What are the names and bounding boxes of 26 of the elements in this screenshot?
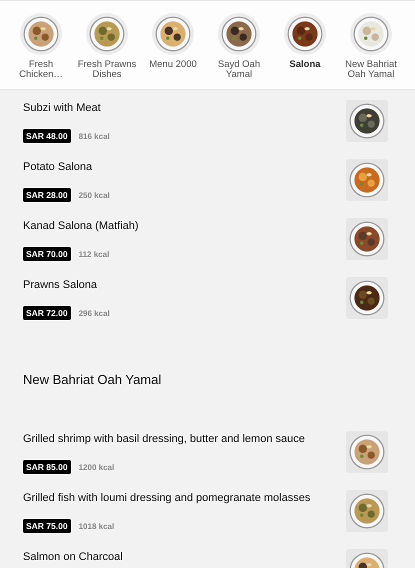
- price-tag: SAR 70.00: [23, 247, 71, 261]
- price-tag: SAR 75.00: [23, 519, 71, 533]
- calories: 816 kcal: [78, 132, 110, 140]
- category-tab[interactable]: New Bahriat Oah Yamal: [338, 13, 404, 89]
- calories: 112 kcal: [78, 250, 110, 258]
- category-tab[interactable]: Fresh Chicken…: [8, 13, 74, 89]
- dish-name: Grilled shrimp with basil dressing, butter and lemon sauce: [23, 433, 305, 445]
- category-tab[interactable]: Menu 2000: [140, 13, 206, 89]
- dish-name: Grilled fish with loumi dressing and pomegranate molasses: [23, 492, 310, 504]
- price-tag: SAR 48.00: [23, 129, 71, 143]
- category-tab[interactable]: Fresh Prawns Dishes: [74, 13, 140, 89]
- price-tag: SAR 28.00: [23, 188, 71, 202]
- section-heading: New Bahriat Oah Yamal: [23, 372, 162, 387]
- dish-name: Kanad Salona (Matfiah): [23, 220, 139, 232]
- price-tag: SAR 85.00: [23, 460, 71, 474]
- calories: 1018 kcal: [78, 522, 114, 530]
- dish-name: Subzi with Meat: [23, 102, 102, 114]
- category-tab[interactable]: Sayd Oah Yamal: [206, 13, 272, 89]
- category-tab[interactable]: Salona: [272, 13, 338, 89]
- dish-name: Prawns Salona: [23, 279, 98, 291]
- price-tag: SAR 72.00: [23, 306, 71, 320]
- calories: 250 kcal: [78, 190, 110, 200]
- calories: 296 kcal: [78, 308, 110, 318]
- calories: 1200 kcal: [78, 462, 114, 472]
- dish-name: Salmon on Charcoal: [23, 551, 123, 563]
- dish-name: Potato Salona: [23, 161, 94, 173]
